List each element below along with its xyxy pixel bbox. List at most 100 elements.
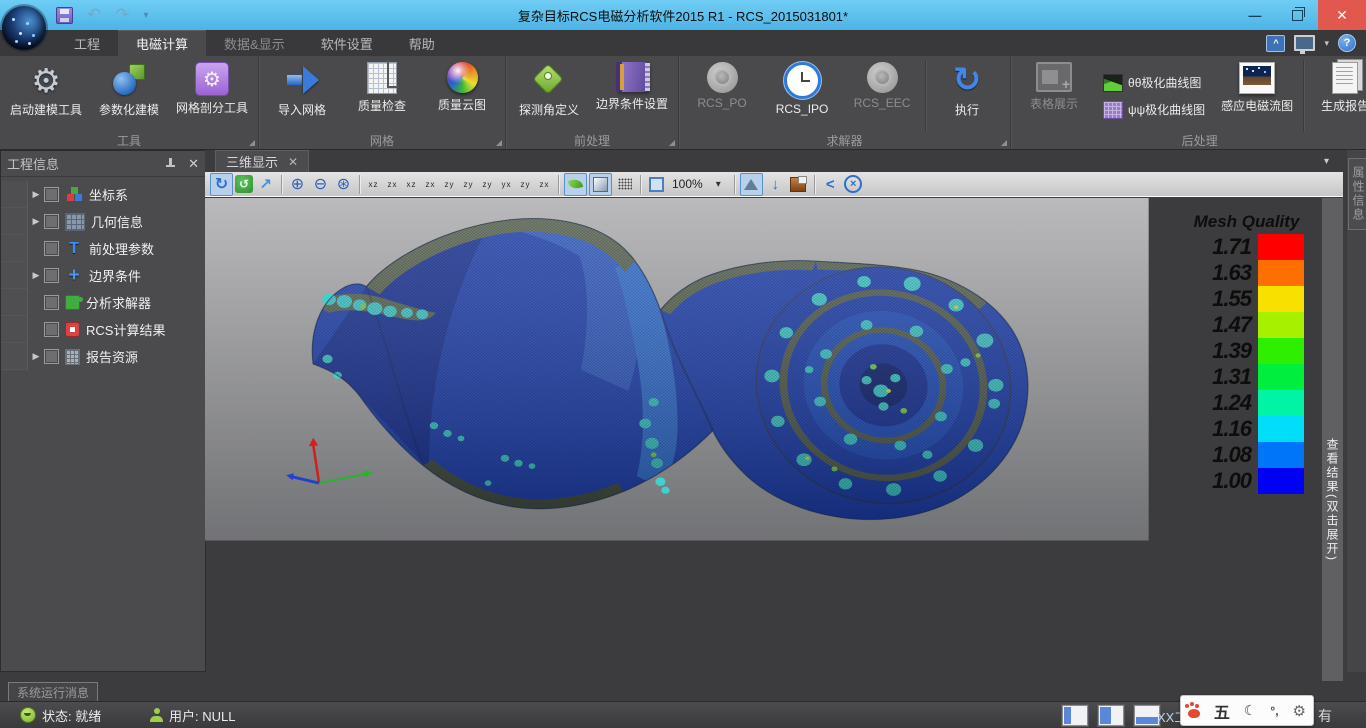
ribbon-group-前处理: 探测角定义边界条件设置前处理 [506,56,679,149]
ime-fullhalf-icon[interactable]: ☾ [1244,702,1257,719]
model-canvas[interactable]: Mesh Quality 1.711.631.551.471.391.311.2… [205,198,1322,681]
minimize-button[interactable]: — [1234,0,1276,30]
tree-item-前处理参数[interactable]: 前处理参数 [1,235,205,262]
param-model-button[interactable]: 参数化建模 [90,60,168,132]
panel-close-icon[interactable]: ✕ [188,156,199,172]
share-icon[interactable] [820,174,841,195]
quality-cloud-button[interactable]: 质量云图 [423,60,501,132]
grid-dots-icon[interactable] [614,174,635,195]
close-button[interactable]: ✕ [1318,0,1366,30]
tree-item-RCS计算结果[interactable]: RCS计算结果 [1,316,205,343]
menu-tab[interactable]: 帮助 [391,30,453,56]
expand-arrow-icon[interactable]: ▶ [28,351,44,362]
collapse-ribbon-icon[interactable]: ^ [1266,35,1285,52]
expand-arrow-icon[interactable]: ▶ [28,270,44,281]
group-dialog-launcher-icon[interactable] [1001,140,1007,146]
theta-chart-button[interactable]: θθ极化曲线图 [1103,74,1205,92]
arrow-down-icon[interactable] [765,174,786,195]
tab-3d-view[interactable]: 三维显示 ✕ [215,150,309,172]
zoom-fit-icon[interactable] [333,174,354,195]
psi-chart-button[interactable]: ψψ极化曲线图 [1103,101,1205,119]
menu-tab[interactable]: 软件设置 [303,30,391,56]
boundary-book-button[interactable]: 边界条件设置 [590,60,674,132]
zoom-level-value[interactable]: 100% [672,177,703,191]
tree-checkbox[interactable] [44,214,59,229]
snapshot-icon[interactable] [788,174,809,195]
tree-checkbox[interactable] [44,349,59,364]
view-zx-button[interactable]: zx [384,175,401,194]
zoom-in-icon[interactable] [287,174,308,195]
menu-tab[interactable]: 电磁计算 [118,30,206,56]
surface-icon[interactable] [740,173,763,196]
view-xz-button[interactable]: xz [403,175,420,194]
toolbar-separator [281,175,282,194]
report-button[interactable]: 生成报告 [1303,60,1366,132]
group-dialog-launcher-icon[interactable] [496,140,502,146]
view-zy-button[interactable]: zy [517,175,534,194]
rcs-ipo-button[interactable]: RCS_IPO [763,60,841,132]
leaf-icon[interactable] [564,173,587,196]
import-mesh-button[interactable]: 导入网格 [263,60,341,132]
view-zx-button[interactable]: zx [422,175,439,194]
probe-angle-button[interactable]: 探测角定义 [510,60,588,132]
display-icon[interactable] [1294,35,1315,51]
tab-close-icon[interactable]: ✕ [288,155,298,169]
current-map-button[interactable]: 感应电磁流图 [1215,60,1299,132]
legend-title: Mesh Quality [1189,212,1304,232]
close-circle-icon[interactable] [843,174,864,195]
quality-check-button[interactable]: 质量检查 [343,60,421,132]
tree-checkbox[interactable] [44,268,59,283]
view-zy-button[interactable]: zy [441,175,458,194]
legend-entries: 1.711.631.551.471.391.311.241.161.081.00 [1189,234,1304,494]
view-zy-button[interactable]: zy [460,175,477,194]
layout-left-panel-button[interactable] [1062,705,1088,726]
ime-mode-label[interactable]: 五 [1214,699,1230,723]
tree-checkbox[interactable] [44,322,59,337]
ime-punct-icon[interactable]: °, [1270,704,1278,718]
layout-wide-panel-button[interactable] [1098,705,1124,726]
caret-down-icon[interactable] [708,174,729,195]
modeling-gear-button[interactable]: 启动建模工具 [4,60,88,132]
app-logo-icon[interactable] [2,6,46,50]
tree-checkbox[interactable] [44,241,59,256]
view-zx-button[interactable]: zx [536,175,553,194]
zoom-out-icon[interactable] [310,174,331,195]
view-xz-button[interactable]: xz [365,175,382,194]
restore-button[interactable] [1276,0,1318,30]
toolbar-separator [640,175,641,194]
tree-checkbox[interactable] [44,187,59,202]
legend-value: 1.00 [1189,468,1251,494]
tree-checkbox[interactable] [44,295,59,310]
expand-arrow-icon[interactable]: ▶ [28,189,44,200]
ime-settings-icon[interactable]: ⚙ [1293,702,1306,720]
status-bar: 状态: 就绪 用户: NULL XX工业 有 [0,701,1366,728]
rotate-icon[interactable] [210,173,233,196]
group-dialog-launcher-icon[interactable] [249,140,255,146]
orbit-icon[interactable] [235,175,253,193]
execute-button[interactable]: 执行 [925,60,1006,132]
zoom-box-icon[interactable] [646,174,667,195]
properties-tab[interactable]: 属性信息 [1348,158,1366,230]
help-icon[interactable]: ? [1338,34,1356,52]
tree-item-坐标系[interactable]: ▶坐标系 [1,181,205,208]
tree-item-分析求解器[interactable]: 分析求解器 [1,289,205,316]
display-caret-icon[interactable]: ▾ [1324,38,1329,49]
menu-tab[interactable]: 工程 [56,30,118,56]
tree-item-报告资源[interactable]: ▶报告资源 [1,343,205,370]
view-zy-button[interactable]: zy [479,175,496,194]
mesh-tool-button[interactable]: 网格剖分工具 [170,60,254,132]
tree-item-几何信息[interactable]: ▶几何信息 [1,208,205,235]
group-dialog-launcher-icon[interactable] [669,140,675,146]
expand-arrow-icon[interactable]: ▶ [28,216,44,227]
results-strip[interactable]: 查看结果(双击展开) [1322,198,1343,681]
system-messages-tab[interactable]: 系统运行消息 [8,682,98,702]
pan-icon[interactable] [255,174,276,195]
legend-row: 1.63 [1189,260,1304,286]
ime-logo-icon[interactable] [1188,709,1200,718]
view-yx-button[interactable]: yx [498,175,515,194]
pin-icon[interactable] [164,158,176,170]
menu-tab[interactable]: 数据&显示 [206,30,303,56]
tree-item-边界条件[interactable]: ▶边界条件 [1,262,205,289]
tabbar-caret-icon[interactable]: ▾ [1324,156,1329,167]
shade-icon[interactable] [589,173,612,196]
